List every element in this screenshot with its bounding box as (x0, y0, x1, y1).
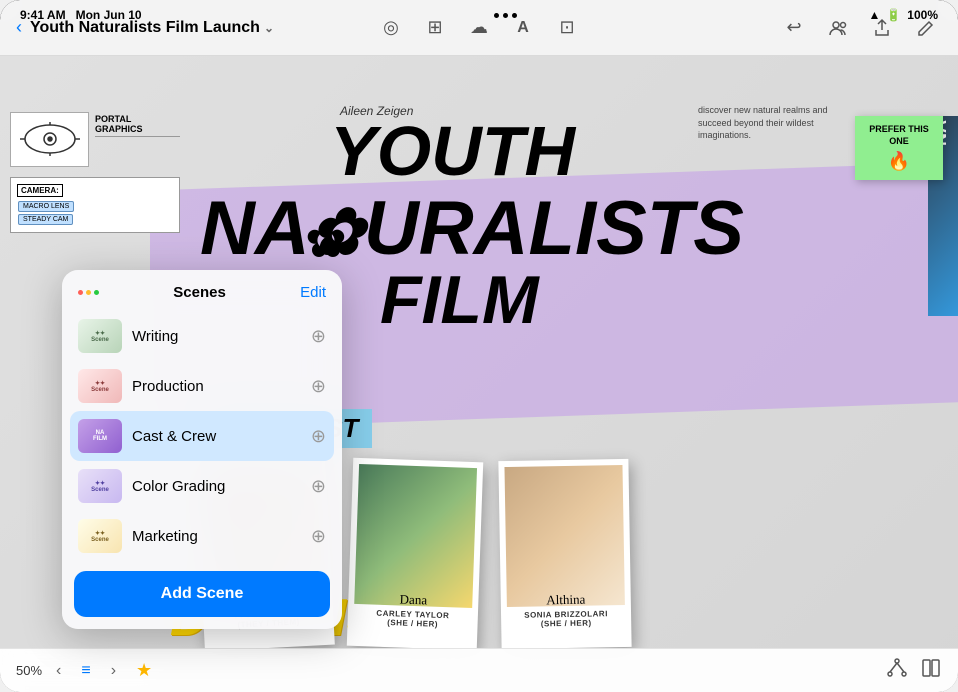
toolbar-nav-left: 50% ‹ ≡ › ★ (16, 656, 158, 685)
scene-more-cast-crew[interactable]: ⊕ (311, 426, 326, 447)
scene-more-color-grading[interactable]: ⊕ (311, 476, 326, 497)
scene-more-writing[interactable]: ⊕ (311, 326, 326, 347)
cast-name-3: SONIA BRIZZOLARI(SHE / HER) (507, 609, 625, 629)
cast-photo-2 (354, 464, 477, 608)
portal-label: PORTAL GRAPHICS (95, 114, 180, 137)
steady-cam-tag: STEADY CAM (18, 214, 73, 225)
maximize-dot[interactable] (94, 290, 99, 295)
scene-name-writing: Writing (132, 328, 301, 345)
cast-signature-3: Althina (507, 591, 625, 609)
close-dot[interactable] (78, 290, 83, 295)
cast-signature-2: Dana (354, 590, 472, 610)
status-center-dots (494, 13, 517, 18)
flower-decoration: ✿ (305, 211, 347, 269)
nav-list-button[interactable]: ≡ (75, 658, 96, 684)
minimize-dot[interactable] (86, 290, 91, 295)
left-sketch-area: PORTAL GRAPHICS CAMERA: MACRO LENS STEAD… (10, 112, 180, 233)
scenes-header: Scenes Edit (62, 270, 342, 311)
cast-card-2: Dana CARLEY TAYLOR(SHE / HER) (347, 458, 483, 650)
scene-thumb-writing: ✦✦Scene (78, 319, 122, 353)
status-time: 9:41 AM Mon Jun 10 (20, 8, 142, 22)
scenes-title: Scenes (173, 284, 226, 301)
scene-thumb-color: ✦✦Scene (78, 469, 122, 503)
ipad-frame: 9:41 AM Mon Jun 10 ▲ 🔋 100% ‹ Youth Natu… (0, 0, 958, 692)
battery-icon: 🔋 (886, 8, 901, 22)
scenes-list: ✦✦Scene Writing ⊕ ✦✦Scene Production ⊕ (62, 311, 342, 561)
cast-photo-3 (504, 465, 624, 607)
scenes-edit-button[interactable]: Edit (300, 284, 326, 301)
eye-sketch (10, 112, 89, 167)
status-right: ▲ 🔋 100% (868, 8, 938, 22)
scene-name-marketing: Marketing (132, 528, 301, 545)
scene-item-production[interactable]: ✦✦Scene Production ⊕ (70, 361, 334, 411)
nav-next-button[interactable]: › (105, 658, 122, 684)
window-controls (78, 290, 99, 295)
scene-item-cast-crew[interactable]: NAFILM Cast & Crew ⊕ (70, 411, 334, 461)
scenes-panel: Scenes Edit ✦✦Scene Writing ⊕ ✦✦Scene (62, 270, 342, 629)
status-bar: 9:41 AM Mon Jun 10 ▲ 🔋 100% (0, 0, 958, 30)
bottom-toolbar: 50% ‹ ≡ › ★ (0, 648, 958, 692)
scene-thumb-cast: NAFILM (78, 419, 122, 453)
wifi-icon: ▲ (868, 8, 880, 22)
cast-card-3: Althina SONIA BRIZZOLARI(SHE / HER) (498, 459, 631, 649)
scene-more-production[interactable]: ⊕ (311, 376, 326, 397)
share-tree-icon[interactable] (886, 657, 908, 684)
scene-name-cast-crew: Cast & Crew (132, 428, 301, 445)
cast-name-2: CARLEY TAYLOR(SHE / HER) (353, 608, 472, 630)
scene-thumb-production: ✦✦Scene (78, 369, 122, 403)
title-youth: YOUTH (330, 116, 575, 186)
page-view-icon[interactable] (920, 657, 942, 684)
scene-thumb-marketing: ✦✦Scene (78, 519, 122, 553)
prefer-note-text: PREFER THIS ONE (863, 124, 935, 147)
scene-name-production: Production (132, 378, 301, 395)
prefer-emoji: 🔥 (863, 151, 935, 172)
scene-item-writing[interactable]: ✦✦Scene Writing ⊕ (70, 311, 334, 361)
top-description: discover new natural realms and succeed … (698, 104, 848, 142)
add-scene-button[interactable]: Add Scene (74, 571, 330, 617)
scene-name-color-grading: Color Grading (132, 478, 301, 495)
zoom-level: 50% (16, 663, 42, 678)
prefer-note: PREFER THIS ONE 🔥 (855, 116, 943, 180)
scene-more-marketing[interactable]: ⊕ (311, 526, 326, 547)
scene-item-color-grading[interactable]: ✦✦Scene Color Grading ⊕ (70, 461, 334, 511)
nav-prev-button[interactable]: ‹ (50, 658, 67, 684)
scene-item-marketing[interactable]: ✦✦Scene Marketing ⊕ (70, 511, 334, 561)
title-film: FILM (380, 266, 539, 334)
toolbar-right-icons (886, 657, 942, 684)
camera-card: CAMERA: MACRO LENS STEADY CAM (10, 177, 180, 233)
macro-lens-tag: MACRO LENS (18, 201, 74, 212)
star-button[interactable]: ★ (130, 656, 158, 685)
